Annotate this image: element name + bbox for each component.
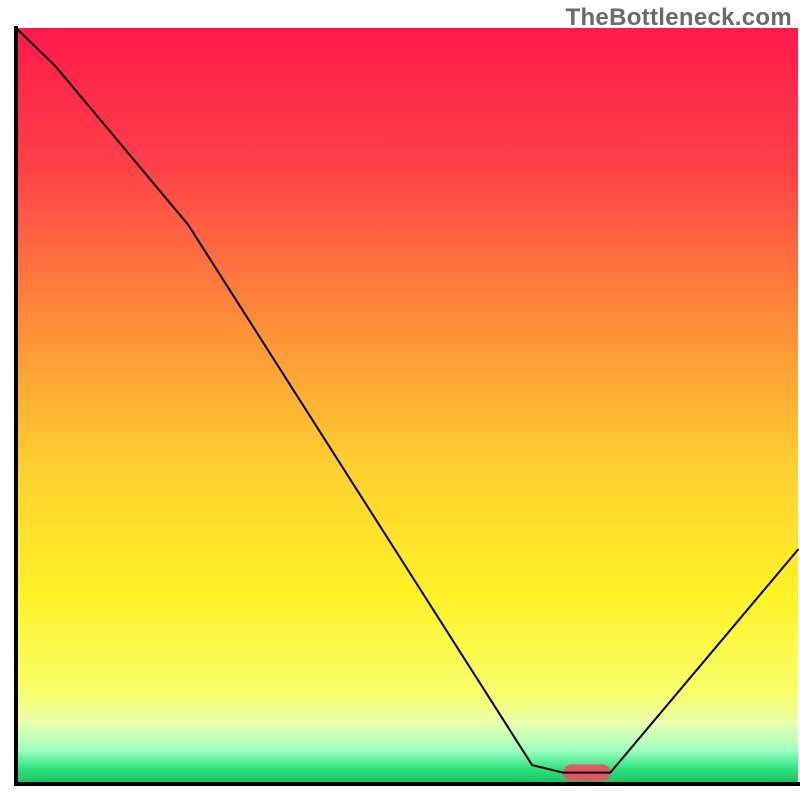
watermark-label: TheBottleneck.com [566, 4, 792, 32]
bottleneck-chart [0, 0, 800, 800]
chart-canvas: TheBottleneck.com [0, 0, 800, 800]
plot-background [16, 28, 798, 784]
